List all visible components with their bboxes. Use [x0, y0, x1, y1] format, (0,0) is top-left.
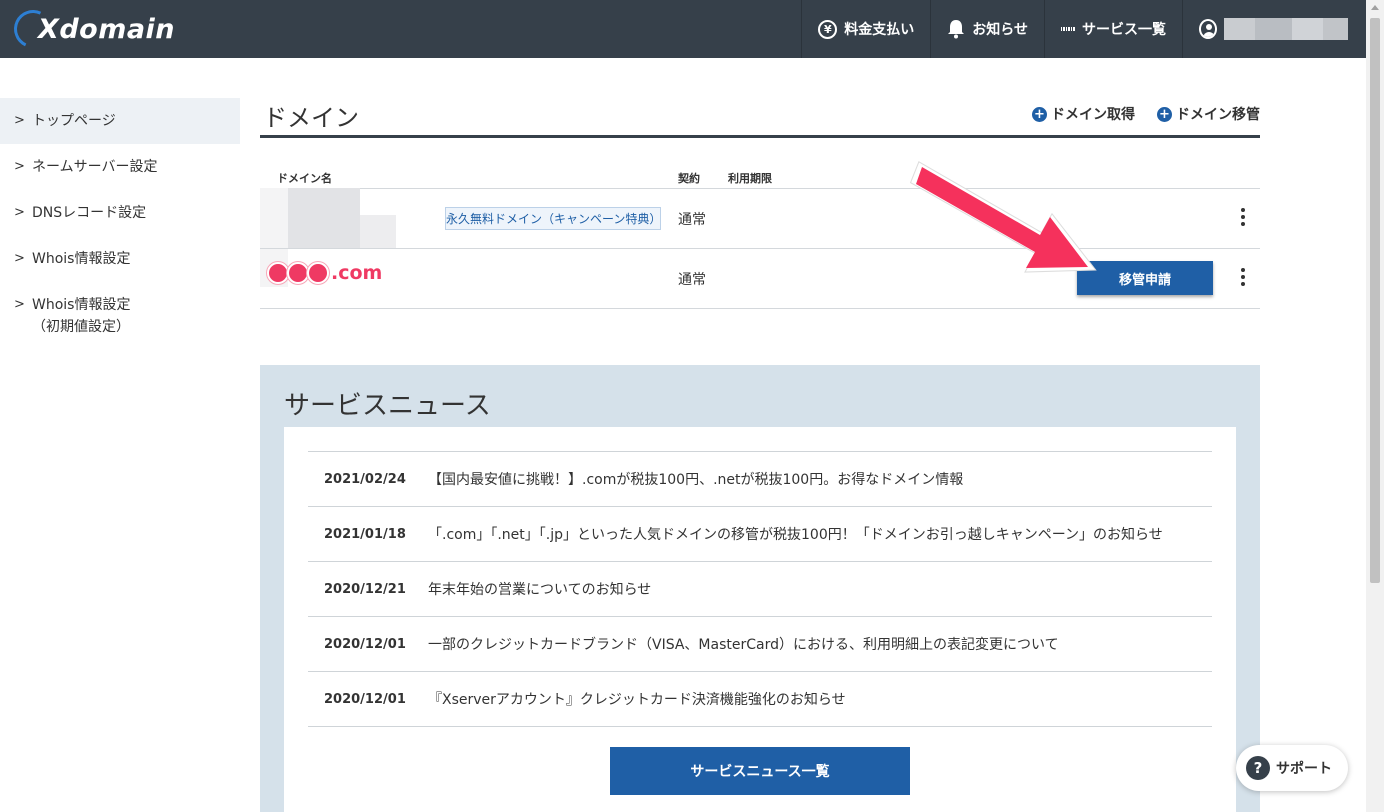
chevron-right-icon: >: [14, 297, 25, 312]
contract-type: 通常: [678, 272, 706, 288]
news-item[interactable]: 2020/12/01 一部のクレジットカードブランド（VISA、MasterCa…: [308, 617, 1212, 672]
grid-icon: [1060, 22, 1076, 36]
nav-notices-label: お知らせ: [972, 22, 1028, 38]
bell-icon: [947, 19, 965, 39]
news-item[interactable]: 2020/12/01 『Xserverアカウント』クレジットカード決済機能強化の…: [308, 672, 1212, 727]
transfer-domain-label: ドメイン移管: [1176, 107, 1260, 123]
news-title: サービスニュース: [284, 391, 491, 421]
col-expiry: 利用期限: [728, 172, 772, 185]
nav-services-label: サービス一覧: [1082, 22, 1166, 38]
sidebar-item-sublabel: （初期値設定）: [32, 319, 130, 335]
campaign-badge: 永久無料ドメイン（キャンペーン特典）: [445, 207, 661, 230]
domain-tld: .com: [331, 262, 383, 284]
news-date: 2020/12/01: [324, 636, 406, 652]
chevron-right-icon: >: [14, 205, 25, 220]
title-divider: [260, 135, 1260, 138]
xdomain-logo[interactable]: Xdomain: [8, 4, 175, 54]
news-date: 2021/02/24: [324, 471, 406, 487]
news-list: 2021/02/24 【国内最安値に挑戦！】.comが税抜100円、.netが税…: [308, 451, 1212, 727]
news-item[interactable]: 2021/02/24 【国内最安値に挑戦！】.comが税抜100円、.netが税…: [308, 452, 1212, 507]
nav-payment[interactable]: ¥ 料金支払い: [801, 0, 930, 58]
col-contract: 契約: [678, 172, 700, 185]
news-text[interactable]: 年末年始の営業についてのお知らせ: [428, 579, 651, 599]
redacted-domain: [260, 188, 288, 248]
col-domain-name: ドメイン名: [277, 172, 332, 185]
contract-type: 通常: [678, 212, 706, 228]
news-text[interactable]: 「.com」「.net」「.jp」といった人気ドメインの移管が税抜100円！「ド…: [428, 524, 1163, 544]
circle-mark-icon: [267, 262, 289, 284]
annotation-arrow-icon: [909, 161, 1097, 273]
acquire-domain-link[interactable]: + ドメイン取得: [1032, 104, 1135, 124]
question-icon: ?: [1246, 756, 1270, 780]
sidebar-item-label: トップページ: [32, 113, 116, 129]
news-list-button[interactable]: サービスニュース一覧: [610, 747, 910, 795]
row-divider: [260, 308, 1260, 309]
scroll-up-arrow-icon[interactable]: [1371, 5, 1379, 10]
logo-text: Xdomain: [38, 13, 176, 45]
acquire-domain-label: ドメイン取得: [1051, 107, 1135, 123]
kebab-menu-icon[interactable]: [1241, 268, 1245, 286]
sidebar-item-whois[interactable]: > Whois情報設定: [0, 236, 240, 282]
news-item[interactable]: 2021/01/18 「.com」「.net」「.jp」といった人気ドメインの移…: [308, 507, 1212, 562]
sidebar-item-label: Whois情報設定: [32, 251, 131, 267]
plus-circle-icon: +: [1157, 106, 1172, 122]
news-date: 2020/12/01: [324, 691, 406, 707]
news-text[interactable]: 一部のクレジットカードブランド（VISA、MasterCard）における、利用明…: [428, 634, 1059, 654]
transfer-domain-link[interactable]: + ドメイン移管: [1157, 104, 1260, 124]
header-nav: ¥ 料金支払い お知らせ サービス一覧: [801, 0, 1366, 58]
chevron-right-icon: >: [14, 159, 25, 174]
redacted-domain: [360, 215, 396, 248]
plus-circle-icon: +: [1032, 106, 1047, 122]
news-date: 2020/12/21: [324, 581, 406, 597]
domain-name[interactable]: .com: [267, 262, 382, 284]
support-button[interactable]: ? サポート: [1236, 745, 1348, 791]
sidebar-item-label: ネームサーバー設定: [32, 159, 158, 175]
nav-user-menu[interactable]: [1182, 0, 1366, 58]
chevron-right-icon: >: [14, 113, 25, 128]
sidebar-item-top[interactable]: > トップページ: [0, 98, 240, 144]
yen-icon: ¥: [818, 19, 838, 39]
nav-notices[interactable]: お知らせ: [930, 0, 1044, 58]
page-title: ドメイン: [263, 104, 359, 132]
user-icon: [1199, 19, 1218, 39]
news-text[interactable]: 【国内最安値に挑戦！】.comが税抜100円、.netが税抜100円。お得なドメ…: [428, 469, 963, 489]
sidebar-item-whois-default[interactable]: > Whois情報設定 （初期値設定）: [0, 282, 240, 350]
scroll-thumb[interactable]: [1370, 18, 1380, 583]
chevron-right-icon: >: [14, 251, 25, 266]
nav-services[interactable]: サービス一覧: [1044, 0, 1182, 58]
sidebar: > トップページ > ネームサーバー設定 > DNSレコード設定 > Whois…: [0, 98, 240, 350]
top-header: Xdomain ¥ 料金支払い お知らせ サービス一覧: [0, 0, 1366, 58]
news-text[interactable]: 『Xserverアカウント』クレジットカード決済機能強化のお知らせ: [428, 689, 846, 709]
service-news-section: サービスニュース 2021/02/24 【国内最安値に挑戦！】.comが税抜10…: [260, 365, 1260, 812]
sidebar-item-dns[interactable]: > DNSレコード設定: [0, 190, 240, 236]
news-item[interactable]: 2020/12/21 年末年始の営業についてのお知らせ: [308, 562, 1212, 617]
domain-actions: + ドメイン取得 + ドメイン移管: [1032, 104, 1260, 124]
user-name-redacted: [1224, 18, 1348, 40]
nav-payment-label: 料金支払い: [844, 22, 915, 38]
sidebar-item-label: DNSレコード設定: [32, 205, 147, 221]
support-label: サポート: [1276, 761, 1332, 777]
redacted-domain: [288, 188, 360, 248]
sidebar-item-label: Whois情報設定: [32, 297, 131, 313]
page-scrollbar[interactable]: [1366, 0, 1384, 812]
news-card: 2021/02/24 【国内最安値に挑戦！】.comが税抜100円、.netが税…: [284, 427, 1236, 812]
circle-mark-icon: [287, 262, 309, 284]
news-date: 2021/01/18: [324, 526, 406, 542]
kebab-menu-icon[interactable]: [1241, 208, 1245, 226]
sidebar-item-nameserver[interactable]: > ネームサーバー設定: [0, 144, 240, 190]
circle-mark-icon: [307, 262, 329, 284]
